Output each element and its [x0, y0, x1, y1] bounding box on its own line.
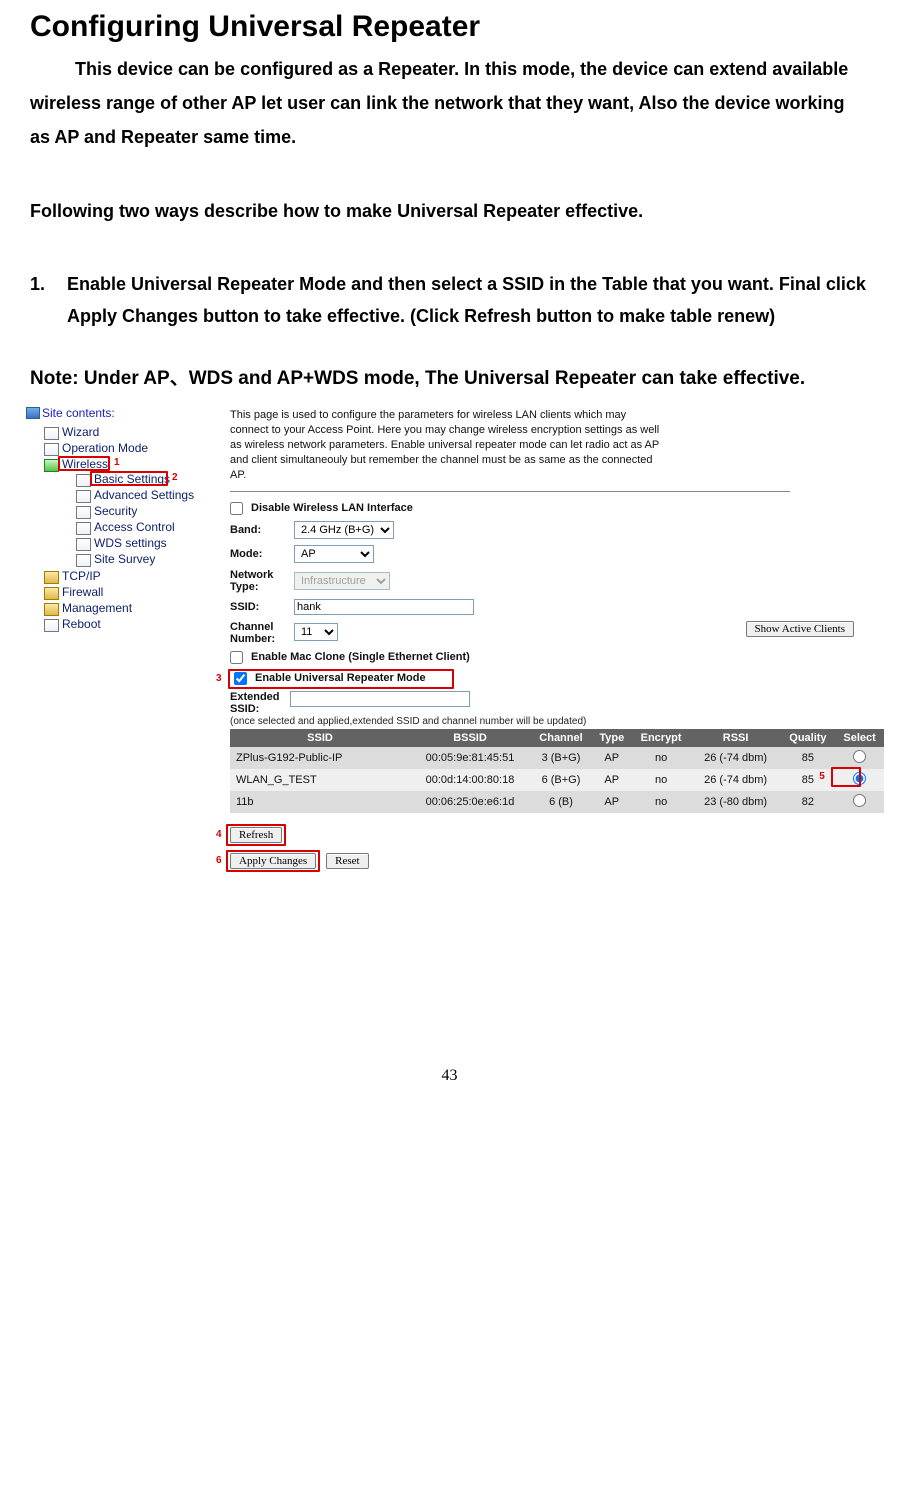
ssid-input[interactable] [294, 599, 474, 615]
sidebar-item-tcpip[interactable]: TCP/IP [44, 568, 216, 584]
sidebar-item-management[interactable]: Management [44, 600, 216, 616]
ssid-label: SSID: [230, 601, 294, 613]
callout-6: 6 [216, 855, 222, 866]
sub-paragraph: Following two ways describe how to make … [30, 201, 869, 222]
callout-3: 3 [216, 673, 222, 684]
sidebar-item-access-control[interactable]: Access Control [76, 519, 216, 535]
th-bssid: BSSID [410, 729, 530, 747]
th-select: Select [835, 729, 884, 747]
sidebar-item-wizard[interactable]: Wizard [44, 424, 216, 440]
note-text: Note: Under AP、WDS and AP+WDS mode, The … [30, 360, 869, 398]
mac-clone-label: Enable Mac Clone (Single Ethernet Client… [251, 651, 470, 663]
divider [230, 491, 790, 492]
th-ssid: SSID [230, 729, 410, 747]
intro-paragraph: This device can be configured as a Repea… [30, 52, 869, 155]
callout-5: 5 [819, 771, 825, 782]
table-row: WLAN_G_TEST 00:0d:14:00:80:18 6 (B+G) AP… [230, 769, 884, 791]
table-row: 11b 00:06:25:0e:e6:1d 6 (B) AP no 23 (-8… [230, 791, 884, 813]
sidebar-item-operation-mode[interactable]: Operation Mode [44, 440, 216, 456]
reset-button[interactable]: Reset [326, 853, 368, 869]
show-active-clients-button[interactable]: Show Active Clients [746, 621, 854, 637]
mode-select[interactable]: AP [294, 545, 374, 563]
channel-label: Channel Number: [230, 621, 294, 645]
step-1: 1. Enable Universal Repeater Mode and th… [30, 268, 869, 333]
sidebar-item-basic-settings[interactable]: Basic Settings 2 [76, 471, 216, 487]
sidebar-item-wireless[interactable]: Wireless 1 Basic Settings 2 Advanced Set… [44, 456, 216, 568]
th-rssi: RSSI [691, 729, 781, 747]
callout-1: 1 [114, 457, 120, 468]
extended-ssid-note: (once selected and applied,extended SSID… [230, 716, 884, 727]
callout-4: 4 [216, 829, 222, 840]
mac-clone-checkbox[interactable] [230, 651, 243, 664]
select-radio-2[interactable] [853, 794, 866, 807]
config-screenshot: Site contents: Wizard Operation Mode Wir… [22, 402, 884, 947]
select-radio-0[interactable] [853, 750, 866, 763]
extended-ssid-label: Extended SSID: [230, 691, 284, 715]
page-number: 43 [30, 1067, 869, 1085]
sidebar: Site contents: Wizard Operation Mode Wir… [22, 402, 222, 947]
band-select[interactable]: 2.4 GHz (B+G) [294, 521, 394, 539]
step-text: Enable Universal Repeater Mode and then … [67, 268, 869, 333]
step-number: 1. [30, 268, 45, 333]
band-label: Band: [230, 524, 294, 536]
extended-ssid-input[interactable] [290, 691, 470, 707]
channel-select[interactable]: 11 [294, 623, 338, 641]
callout-2: 2 [172, 472, 178, 483]
th-channel: Channel [530, 729, 592, 747]
sidebar-item-firewall[interactable]: Firewall [44, 584, 216, 600]
th-encrypt: Encrypt [632, 729, 691, 747]
th-type: Type [592, 729, 632, 747]
page-description: This page is used to configure the param… [230, 408, 660, 482]
table-row: ZPlus-G192-Public-IP 00:05:9e:81:45:51 3… [230, 747, 884, 769]
ssid-table: SSID BSSID Channel Type Encrypt RSSI Qua… [230, 729, 884, 813]
sidebar-item-reboot[interactable]: Reboot [44, 616, 216, 632]
sidebar-item-wds-settings[interactable]: WDS settings [76, 535, 216, 551]
disable-wlan-label: Disable Wireless LAN Interface [251, 502, 413, 514]
sidebar-item-security[interactable]: Security [76, 503, 216, 519]
mode-label: Mode: [230, 548, 294, 560]
network-type-label: Network Type: [230, 569, 294, 593]
main-panel: This page is used to configure the param… [222, 402, 884, 947]
sidebar-title: Site contents: [28, 406, 216, 420]
page-title: Configuring Universal Repeater [30, 10, 869, 44]
disable-wlan-checkbox[interactable] [230, 502, 243, 515]
th-quality: Quality [781, 729, 836, 747]
sidebar-item-advanced-settings[interactable]: Advanced Settings [76, 487, 216, 503]
sidebar-item-site-survey[interactable]: Site Survey [76, 551, 216, 567]
network-type-select: Infrastructure [294, 572, 390, 590]
